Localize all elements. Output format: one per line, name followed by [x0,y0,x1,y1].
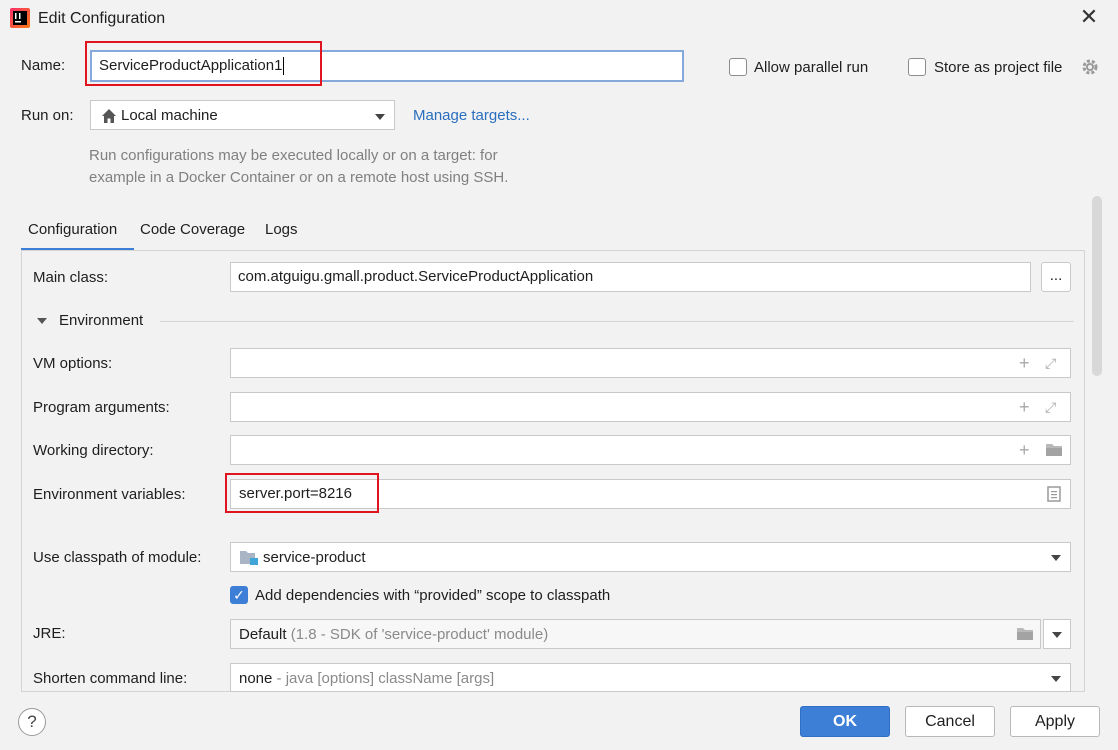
add-icon[interactable]: + [1019,349,1030,377]
environment-variables-label: Environment variables: [33,486,186,503]
run-on-dropdown[interactable]: Local machine [90,100,395,130]
run-on-hint-line1: Run configurations may be executed local… [89,147,498,164]
title-bar: Edit Configuration ✕ [0,0,1118,38]
browse-main-class-button[interactable]: ... [1041,262,1071,292]
document-icon[interactable] [1047,486,1061,502]
chevron-down-icon [375,114,385,120]
add-dependencies-checkbox[interactable]: ✓ [230,586,248,604]
run-on-value: Local machine [121,107,218,124]
ok-button[interactable]: OK [800,706,890,737]
expand-icon[interactable]: ⤢ [1045,349,1056,377]
add-dependencies-label: Add dependencies with “provided” scope t… [255,587,611,604]
allow-parallel-run-checkbox[interactable] [729,58,747,76]
env-var-highlight-box [225,473,379,513]
shorten-command-line-label: Shorten command line: [33,670,188,687]
expand-icon[interactable]: ⤢ [1045,393,1056,421]
apply-button[interactable]: Apply [1010,706,1100,737]
working-directory-label: Working directory: [33,442,154,459]
close-icon[interactable]: ✕ [1078,6,1100,28]
classpath-module-value: service-product [263,549,366,566]
vm-options-label: VM options: [33,355,113,372]
shorten-command-line-detail: - java [options] className [args] [276,670,495,687]
run-on-hint-line2: example in a Docker Container or on a re… [89,169,509,186]
store-as-project-file-checkbox[interactable] [908,58,926,76]
gear-icon[interactable] [1080,57,1100,77]
add-icon[interactable]: + [1019,393,1030,421]
classpath-module-label: Use classpath of module: [33,549,202,566]
cancel-button[interactable]: Cancel [905,706,995,737]
main-class-input[interactable]: com.atguigu.gmall.product.ServiceProduct… [230,262,1031,292]
home-icon [101,108,117,124]
folder-icon[interactable] [1045,443,1063,457]
collapse-triangle-icon[interactable] [37,318,47,324]
main-class-label: Main class: [33,269,109,286]
environment-section-title[interactable]: Environment [59,312,143,329]
name-label: Name: [21,57,66,74]
intellij-icon [10,8,30,28]
shorten-command-line-value: none [239,670,273,687]
scrollbar[interactable] [1092,196,1102,376]
shorten-command-line-dropdown[interactable]: none - java [options] className [args] [230,663,1071,692]
run-on-label: Run on: [21,107,74,124]
help-button[interactable]: ? [18,708,46,736]
jre-dropdown-button[interactable] [1043,619,1071,649]
name-highlight-box [85,41,322,86]
working-directory-input[interactable] [230,435,1071,465]
vm-options-input[interactable] [230,348,1071,378]
add-icon[interactable]: + [1019,436,1030,464]
jre-input[interactable]: Default (1.8 - SDK of 'service-product' … [230,619,1041,649]
tab-configuration[interactable]: Configuration [28,221,117,238]
program-arguments-label: Program arguments: [33,399,170,416]
jre-detail: (1.8 - SDK of 'service-product' module) [290,626,549,643]
allow-parallel-run-label: Allow parallel run [754,59,869,76]
folder-icon[interactable] [1016,627,1034,641]
manage-targets-link[interactable]: Manage targets... [413,107,530,124]
chevron-down-icon [1051,555,1061,561]
tab-logs[interactable]: Logs [265,221,298,238]
jre-value: Default [239,626,287,643]
chevron-down-icon [1051,676,1061,682]
classpath-module-dropdown[interactable]: service-product [230,542,1071,572]
section-divider [160,321,1074,322]
shorten-command-line-text: none - java [options] className [args] [239,670,494,687]
jre-text: Default (1.8 - SDK of 'service-product' … [239,626,548,643]
tab-code-coverage[interactable]: Code Coverage [140,221,245,238]
program-arguments-input[interactable] [230,392,1071,422]
chevron-down-icon [1052,632,1062,638]
module-folder-icon [239,550,259,566]
jre-label: JRE: [33,625,66,642]
window-title: Edit Configuration [38,10,166,27]
store-as-project-file-label: Store as project file [934,59,1063,76]
